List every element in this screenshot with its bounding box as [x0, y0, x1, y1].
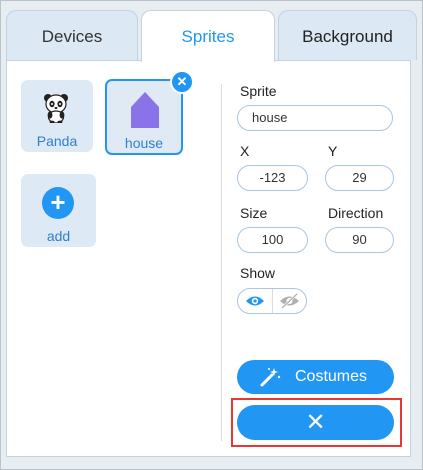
- sprite-name-input[interactable]: house: [237, 105, 393, 131]
- tab-sprites[interactable]: Sprites: [141, 10, 275, 62]
- sprite-name-label: Sprite: [240, 83, 277, 99]
- y-label: Y: [328, 143, 338, 159]
- eye-off-icon: [280, 293, 299, 309]
- size-label: Size: [240, 205, 268, 221]
- house-icon: [131, 92, 159, 128]
- y-input[interactable]: 29: [325, 165, 394, 191]
- sprite-label-panda: Panda: [36, 133, 78, 149]
- sprite-panel-window: Devices Sprites Background Panda house ✕…: [0, 0, 423, 470]
- x-label: X: [240, 143, 250, 159]
- add-sprite-label: add: [46, 228, 71, 244]
- show-label: Show: [240, 265, 276, 281]
- panda-icon: [44, 94, 68, 123]
- plus-icon: +: [42, 187, 74, 219]
- sprite-card-house[interactable]: house: [105, 79, 183, 155]
- tab-bar: Devices Sprites Background: [6, 10, 417, 62]
- tab-devices[interactable]: Devices: [6, 10, 138, 60]
- close-icon: ✕: [305, 409, 326, 436]
- close-button[interactable]: ✕: [237, 405, 394, 440]
- sprite-label-house: house: [124, 135, 164, 151]
- size-input[interactable]: 100: [237, 227, 308, 253]
- sprite-card-panda[interactable]: Panda: [21, 80, 93, 152]
- add-sprite-button[interactable]: + add: [21, 174, 96, 247]
- costumes-label: Costumes: [295, 368, 368, 385]
- x-input[interactable]: -123: [237, 165, 308, 191]
- direction-input[interactable]: 90: [325, 227, 394, 253]
- costumes-button[interactable]: Costumes: [237, 360, 394, 394]
- show-toggle: [237, 288, 307, 314]
- tab-background[interactable]: Background: [278, 10, 417, 60]
- show-visible-button[interactable]: [238, 289, 273, 313]
- magic-wand-icon: [260, 368, 281, 387]
- direction-label: Direction: [328, 205, 384, 221]
- show-hidden-button[interactable]: [273, 289, 306, 313]
- sprites-panel: Panda house ✕ + add Sprite house X Y -12…: [6, 60, 411, 457]
- delete-sprite-icon[interactable]: ✕: [170, 70, 194, 94]
- eye-icon: [246, 296, 264, 306]
- panel-divider: [221, 84, 222, 441]
